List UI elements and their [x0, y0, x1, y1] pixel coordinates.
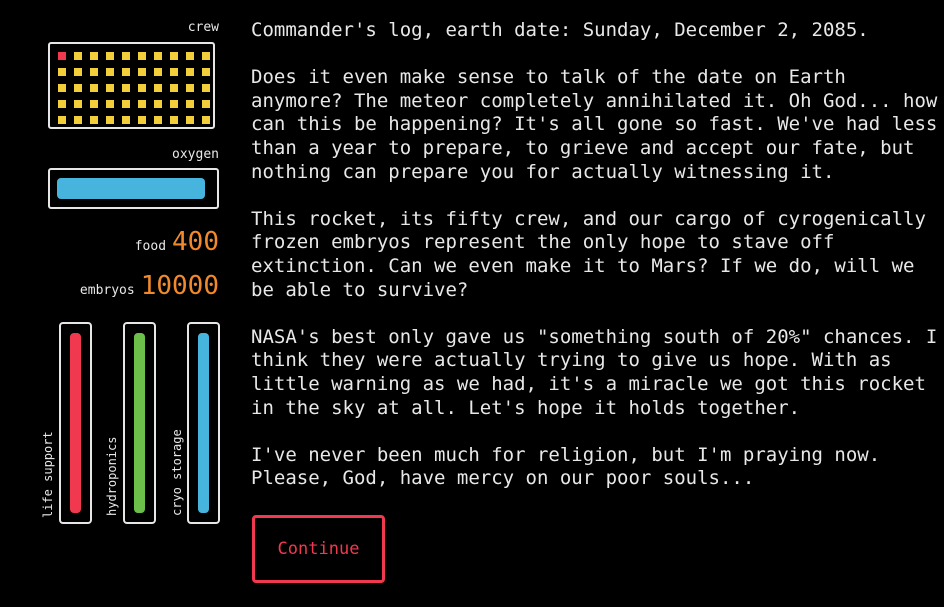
crew-panel [48, 42, 215, 129]
crew-label: crew [187, 20, 219, 35]
crew-member-dot [58, 68, 66, 76]
crew-member-dot [122, 116, 130, 124]
food-stat: food 400 [135, 227, 219, 257]
crew-member-dot [154, 100, 162, 108]
cryo-storage-gauge [187, 322, 220, 524]
hydroponics-label: hydroponics [105, 436, 119, 516]
crew-member-dot [122, 68, 130, 76]
crew-member-dot [202, 84, 210, 92]
crew-member-dot [154, 116, 162, 124]
crew-member-dot [202, 100, 210, 108]
crew-member-dot [122, 100, 130, 108]
oxygen-label: oxygen [172, 147, 219, 162]
crew-member-dot [90, 100, 98, 108]
oxygen-fill [57, 178, 206, 199]
crew-member-dot [106, 116, 114, 124]
crew-member-dot [90, 52, 98, 60]
crew-member-dot [106, 68, 114, 76]
crew-member-dot [186, 116, 194, 124]
log-paragraph: Commander's log, earth date: Sunday, Dec… [251, 19, 869, 41]
crew-member-dot [186, 100, 194, 108]
crew-member-dot [154, 68, 162, 76]
crew-member-dot [58, 116, 66, 124]
food-value: 400 [172, 227, 219, 257]
life-support-gauge [59, 322, 92, 524]
crew-member-dot [74, 100, 82, 108]
crew-member-dot [58, 52, 66, 60]
crew-member-dot [138, 68, 146, 76]
crew-member-dot [138, 84, 146, 92]
cryo-storage-fill [198, 333, 209, 513]
oxygen-meter [48, 168, 219, 209]
hydroponics-gauge [123, 322, 156, 524]
crew-member-dot [186, 84, 194, 92]
hydroponics-fill [134, 333, 145, 513]
crew-member-dot [90, 68, 98, 76]
crew-member-dot [106, 84, 114, 92]
crew-member-dot [202, 68, 210, 76]
log-paragraph: NASA's best only gave us "something sout… [251, 325, 938, 419]
continue-button[interactable]: Continue [252, 515, 385, 583]
crew-member-dot [202, 52, 210, 60]
crew-member-dot [90, 116, 98, 124]
embryos-value: 10000 [140, 271, 219, 301]
food-label: food [134, 239, 167, 254]
crew-member-dot [154, 84, 162, 92]
cryo-storage-label: cryo storage [170, 429, 184, 516]
embryos-label: embryos [79, 283, 135, 298]
crew-member-dot [58, 100, 66, 108]
crew-member-dot [186, 68, 194, 76]
status-sidebar: crew oxygen food 400 embryos 10000 life … [0, 0, 230, 607]
crew-member-dot [170, 68, 178, 76]
crew-member-dot [138, 116, 146, 124]
log-paragraph: I've never been much for religion, but I… [251, 443, 892, 490]
crew-member-dot [106, 52, 114, 60]
crew-member-dot [138, 52, 146, 60]
crew-member-dot [170, 100, 178, 108]
log-paragraph: This rocket, its fifty crew, and our car… [251, 207, 938, 301]
crew-member-dot [170, 52, 178, 60]
crew-grid [58, 52, 210, 124]
crew-member-dot [186, 52, 194, 60]
crew-member-dot [106, 100, 114, 108]
crew-member-dot [202, 116, 210, 124]
life-support-label: life support [41, 431, 55, 518]
crew-member-dot [154, 52, 162, 60]
commander-log: Commander's log, earth date: Sunday, Dec… [251, 19, 941, 514]
crew-member-dot [170, 116, 178, 124]
crew-member-dot [170, 84, 178, 92]
life-support-fill [70, 333, 81, 513]
log-paragraph: Does it even make sense to talk of the d… [251, 66, 938, 183]
crew-member-dot [90, 84, 98, 92]
crew-member-dot [74, 52, 82, 60]
crew-member-dot [74, 84, 82, 92]
crew-member-dot [122, 52, 130, 60]
crew-member-dot [122, 84, 130, 92]
crew-member-dot [74, 116, 82, 124]
embryos-stat: embryos 10000 [80, 271, 219, 301]
crew-member-dot [138, 100, 146, 108]
crew-member-dot [74, 68, 82, 76]
crew-member-dot [58, 84, 66, 92]
